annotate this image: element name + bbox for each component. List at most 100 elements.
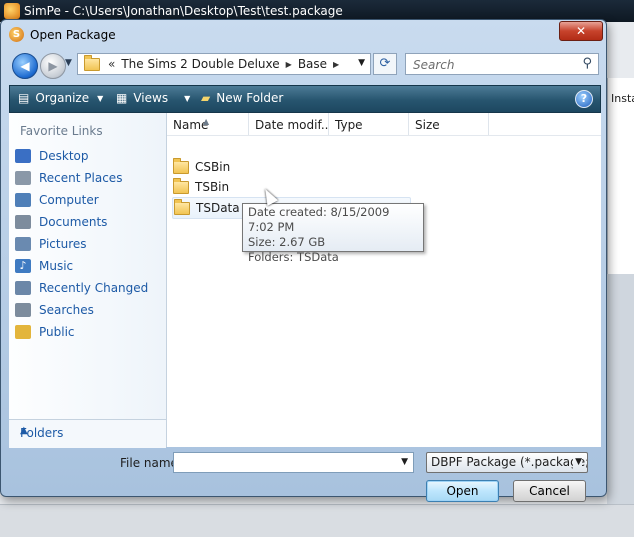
favorite-link-recently-changed[interactable]: Recently Changed	[15, 277, 148, 299]
folder-icon	[84, 55, 100, 71]
search-box[interactable]: ⚲	[405, 53, 599, 75]
filename-combobox[interactable]: ▼	[173, 452, 414, 473]
file-row-tsbin[interactable]: TSBin	[173, 177, 229, 197]
sort-ascending-icon: ▲	[203, 117, 210, 126]
chevron-down-icon[interactable]: ▼	[573, 453, 582, 472]
favorite-link-label: Public	[39, 325, 75, 339]
favorite-link-label: Searches	[39, 303, 94, 317]
column-header-type[interactable]: Type	[329, 113, 409, 135]
app-right-panel-label: Insta	[611, 92, 634, 105]
close-button[interactable]: ✕	[559, 21, 603, 41]
folders-toggle[interactable]: Folders ▲	[9, 419, 166, 448]
favorite-link-label: Computer	[39, 193, 99, 207]
organize-button[interactable]: ▤ Organize ▼	[18, 91, 103, 105]
folder-icon	[173, 177, 189, 194]
folder-icon	[173, 157, 189, 174]
open-button[interactable]: Open	[426, 480, 499, 502]
views-button[interactable]: ▦ Views ▼	[116, 91, 190, 105]
new-folder-button[interactable]: ▰ New Folder	[201, 91, 283, 105]
folder-icon	[174, 198, 190, 215]
tooltip-date-created: Date created: 8/15/2009 7:02 PM	[248, 205, 390, 234]
tooltip-size: Size: 2.67 GB	[248, 235, 326, 249]
music-icon: ♪	[15, 259, 31, 273]
column-header-label: Date modif...	[255, 118, 329, 132]
back-button[interactable]: ◀	[12, 53, 38, 79]
organize-icon: ▤	[18, 91, 30, 105]
column-headers: ▲ Name Date modif... Type Size	[167, 113, 601, 136]
favorite-link-searches[interactable]: Searches	[15, 299, 148, 321]
recent-pages-dropdown[interactable]: ▼	[65, 58, 72, 68]
file-name: TSData	[196, 201, 240, 215]
app-status-bar	[0, 504, 634, 537]
recently-changed-icon	[15, 281, 31, 295]
favorite-link-label: Documents	[39, 215, 108, 229]
chevron-up-icon[interactable]: ▲	[20, 425, 158, 436]
forward-arrow-icon: ▶	[48, 59, 58, 73]
favorite-link-public[interactable]: Public	[15, 321, 148, 343]
help-button[interactable]: ?	[575, 90, 593, 108]
documents-icon	[15, 215, 31, 229]
search-icon[interactable]: ⚲	[582, 56, 592, 71]
favorite-link-label: Desktop	[39, 149, 89, 163]
breadcrumb-sims2-double-deluxe[interactable]: The Sims 2 Double Deluxe	[121, 57, 279, 71]
column-header-label: Type	[335, 118, 363, 132]
forward-button[interactable]: ▶	[40, 53, 66, 79]
address-dropdown-icon[interactable]: ▼	[358, 58, 365, 68]
dialog-title: Open Package	[30, 27, 116, 42]
favorite-link-label: Pictures	[39, 237, 87, 251]
app-title: SimPe - C:\Users\Jonathan\Desktop\Test\t…	[24, 4, 343, 18]
back-arrow-icon: ◀	[20, 59, 30, 73]
breadcrumb-overflow[interactable]: «	[108, 57, 115, 71]
simpe-app-icon	[4, 3, 20, 19]
navigation-pane: Favorite Links Desktop Recent Places Com…	[9, 113, 167, 448]
breadcrumb-separator-icon[interactable]: ▶	[286, 60, 292, 69]
refresh-button[interactable]: ⟳	[373, 53, 397, 75]
favorite-link-music[interactable]: ♪ Music	[15, 255, 148, 277]
pictures-icon	[15, 237, 31, 251]
search-input[interactable]	[411, 55, 575, 75]
dialog-titlebar: S Open Package	[9, 27, 116, 42]
app-right-panel: Insta	[607, 78, 634, 274]
new-folder-icon: ▰	[201, 91, 211, 105]
favorite-link-desktop[interactable]: Desktop	[15, 145, 148, 167]
desktop-icon	[15, 149, 31, 163]
filetype-value: DBPF Package (*.package;*.	[431, 455, 588, 469]
column-header-name[interactable]: ▲ Name	[167, 113, 249, 135]
favorite-link-documents[interactable]: Documents	[15, 211, 148, 233]
refresh-icon: ⟳	[379, 56, 391, 71]
organize-label: Organize	[35, 91, 90, 105]
app-bottom-panel	[607, 274, 634, 504]
chevron-down-icon: ▼	[97, 93, 104, 103]
simpe-icon: S	[9, 27, 24, 42]
favorite-link-pictures[interactable]: Pictures	[15, 233, 148, 255]
chevron-down-icon[interactable]: ▼	[401, 457, 408, 467]
folder-tooltip: Date created: 8/15/2009 7:02 PM Size: 2.…	[242, 203, 424, 264]
filetype-select[interactable]: DBPF Package (*.package;*. ▼	[426, 452, 588, 473]
command-toolbar: ▤ Organize ▼ ▦ Views ▼ ▰ New Folder ?	[9, 85, 601, 113]
searches-icon	[15, 303, 31, 317]
favorite-link-label: Music	[39, 259, 74, 273]
breadcrumb-base[interactable]: Base	[298, 57, 327, 71]
recent-places-icon	[15, 171, 31, 185]
column-header-date-modified[interactable]: Date modif...	[249, 113, 329, 135]
favorite-link-recent-places[interactable]: Recent Places	[15, 167, 148, 189]
favorite-link-computer[interactable]: Computer	[15, 189, 148, 211]
file-name: CSBin	[195, 160, 231, 174]
column-header-size[interactable]: Size	[409, 113, 489, 135]
computer-icon	[15, 193, 31, 207]
favorite-link-label: Recent Places	[39, 171, 123, 185]
chevron-down-icon: ▼	[184, 93, 191, 103]
column-header-label: Size	[415, 118, 440, 132]
breadcrumb-separator-icon[interactable]: ▶	[333, 60, 339, 69]
new-folder-label: New Folder	[216, 91, 284, 105]
public-icon	[15, 325, 31, 339]
address-bar[interactable]: « The Sims 2 Double Deluxe ▶ Base ▶ ▼	[77, 53, 371, 75]
cancel-button[interactable]: Cancel	[513, 480, 586, 502]
views-icon: ▦	[116, 91, 128, 105]
file-row-csbin[interactable]: CSBin	[173, 157, 230, 177]
filename-input[interactable]	[177, 454, 396, 473]
favorite-links-header: Favorite Links	[20, 124, 103, 138]
favorite-links-list: Desktop Recent Places Computer Documents…	[15, 145, 148, 343]
favorite-link-label: Recently Changed	[39, 281, 149, 295]
file-name: TSBin	[195, 180, 230, 194]
